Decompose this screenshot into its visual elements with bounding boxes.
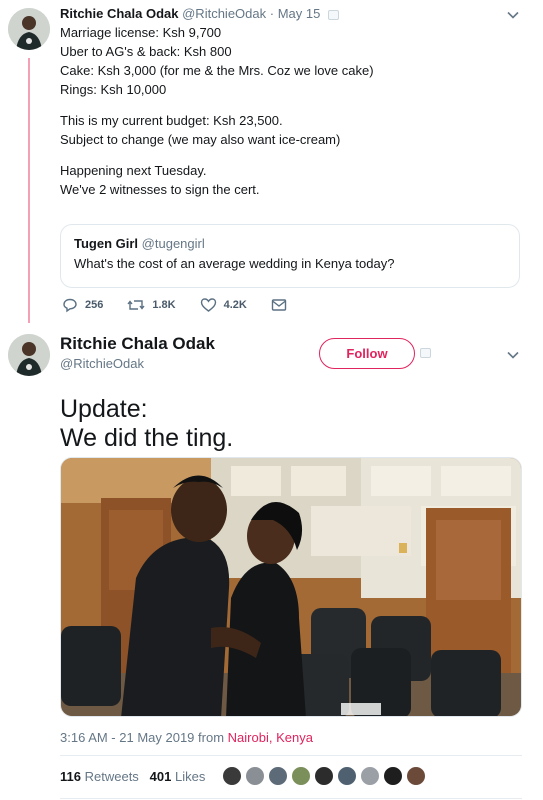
tweet-line: Marriage license: Ksh 9,700: [60, 25, 222, 40]
tweet-line: We did the ting.: [60, 424, 234, 452]
like-button[interactable]: 4.2K: [200, 297, 247, 313]
quoted-tweet[interactable]: Tugen Girl @tugengirl What's the cost of…: [60, 224, 520, 288]
avatar-image: [8, 334, 50, 376]
likes-stat[interactable]: 401 Likes: [150, 769, 206, 784]
retweet-count: 1.8K: [152, 299, 176, 311]
tweet-date[interactable]: May 15: [278, 6, 321, 21]
avatar[interactable]: [8, 334, 50, 376]
liker-avatar[interactable]: [244, 765, 266, 787]
from-label: from: [198, 730, 225, 745]
reply-count: 256: [85, 299, 104, 311]
tweet-line: Happening next Tuesday.: [60, 163, 207, 178]
avatar[interactable]: [8, 8, 50, 50]
reply-icon: [63, 298, 77, 313]
quoted-author-handle: @tugengirl: [141, 236, 205, 251]
liker-avatar[interactable]: [336, 765, 358, 787]
tweet-line: Update:: [60, 395, 148, 423]
retweets-stat[interactable]: 116 Retweets: [60, 769, 139, 784]
tweet-time[interactable]: 3:16 AM - 21 May 2019: [60, 730, 194, 745]
liker-avatar[interactable]: [290, 765, 312, 787]
author-name[interactable]: Ritchie Chala Odak: [60, 334, 215, 354]
heart-icon: [200, 298, 216, 312]
liker-avatar[interactable]: [267, 765, 289, 787]
wedding-photo: [61, 458, 521, 716]
tweet-line: Uber to AG's & back: Ksh 800: [60, 44, 232, 59]
author-name[interactable]: Ritchie Chala Odak: [60, 6, 178, 21]
thread-connector: [28, 58, 30, 323]
follow-button[interactable]: Follow: [319, 338, 415, 369]
info-icon: [327, 9, 339, 20]
reply-button[interactable]: 256: [62, 297, 103, 313]
retweets-label: Retweets: [84, 769, 139, 784]
tweet-line: This is my current budget: Ksh 23,500.: [60, 113, 283, 128]
quoted-tweet-text: What's the cost of an average wedding in…: [74, 256, 395, 271]
tweet-line: Cake: Ksh 3,000 (for me & the Mrs. Coz w…: [60, 63, 374, 78]
author-handle[interactable]: @RitchieOdak: [182, 6, 266, 21]
retweet-button[interactable]: 1.8K: [127, 297, 176, 313]
tweet-actions: 256 1.8K 4.2K: [62, 297, 318, 313]
quoted-author-name: Tugen Girl: [74, 236, 139, 251]
retweet-icon: [127, 300, 145, 310]
direct-message-button[interactable]: [271, 298, 294, 312]
likes-count: 401: [149, 769, 172, 784]
chevron-down-icon[interactable]: [506, 8, 520, 22]
location-link[interactable]: Nairobi, Kenya: [228, 730, 313, 745]
tweet-line: We've 2 witnesses to sign the cert.: [60, 182, 260, 197]
tweet-text: Update: We did the ting.: [60, 395, 233, 453]
tweet-line: Subject to change (we may also want ice-…: [60, 132, 341, 147]
tweet-text: Marriage license: Ksh 9,700 Uber to AG's…: [60, 23, 520, 199]
divider: [60, 755, 522, 756]
separator: ·: [269, 6, 275, 21]
tweet-line: Rings: Ksh 10,000: [60, 82, 167, 97]
envelope-icon: [271, 299, 287, 311]
liker-avatar[interactable]: [382, 765, 404, 787]
liker-avatar[interactable]: [313, 765, 335, 787]
author-handle[interactable]: @RitchieOdak: [60, 356, 144, 371]
liker-avatar[interactable]: [359, 765, 381, 787]
tweet-timestamp: 3:16 AM - 21 May 2019 from Nairobi, Keny…: [60, 730, 313, 745]
likes-label: Likes: [174, 769, 206, 784]
info-icon: [420, 348, 431, 358]
retweets-count: 116: [60, 769, 81, 784]
liker-avatar[interactable]: [405, 765, 427, 787]
tweet-header: Ritchie Chala Odak @RitchieOdak · May 15: [60, 6, 339, 21]
tweet-photo[interactable]: [60, 457, 522, 717]
avatar-image: [8, 8, 50, 50]
like-count: 4.2K: [223, 299, 247, 311]
liker-avatars: [221, 765, 428, 787]
liker-avatar[interactable]: [221, 765, 243, 787]
tweet-stats: 116 Retweets 401 Likes: [60, 769, 205, 784]
chevron-down-icon[interactable]: [506, 348, 520, 362]
divider: [60, 798, 522, 799]
